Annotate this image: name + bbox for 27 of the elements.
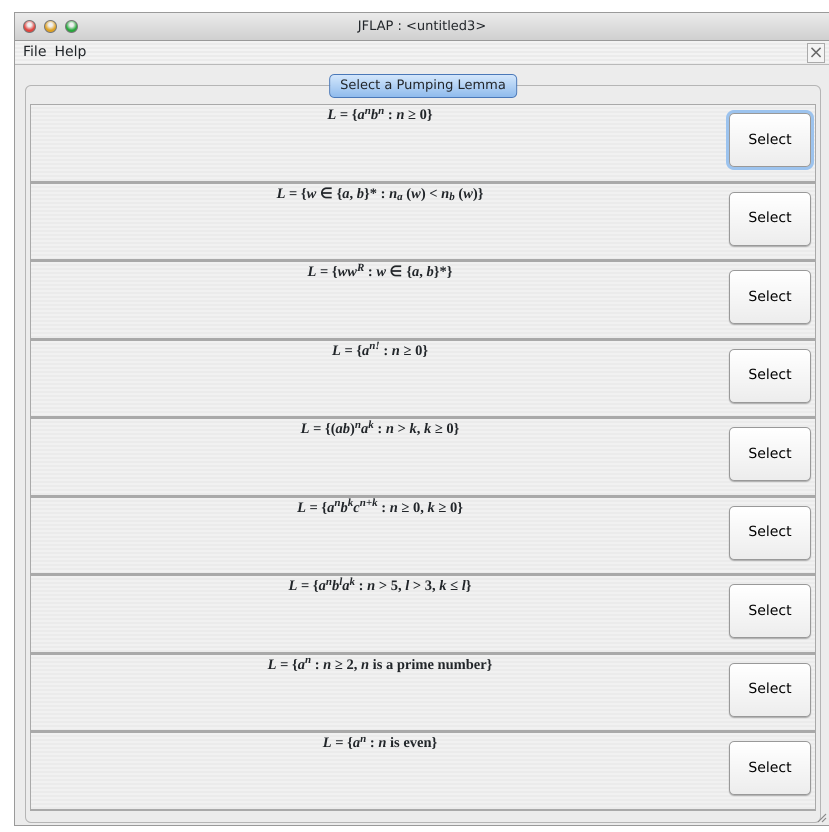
- menu-item[interactable]: Help: [54, 42, 86, 63]
- close-window-icon[interactable]: [23, 20, 36, 33]
- panel-title: Select a Pumping Lemma: [329, 74, 517, 98]
- language-formula: L = {a$^{n}$b$^{k}$c$^{n+k}$ : n ≥ 0, k ≥ 0}: [297, 496, 463, 516]
- language-formula: L = {ww$^{R}$ : w ∈ {a, b}*}: [308, 260, 452, 280]
- select-button[interactable]: Select: [729, 192, 811, 246]
- language-formula: L = {a$^{n}$b$^{n}$ : n ≥ 0}: [327, 104, 433, 123]
- menu-item[interactable]: File: [23, 42, 46, 63]
- language-formula: L = {(ab)$^{n}$a$^{k}$ : n > k, k ≥ 0}: [300, 418, 460, 437]
- select-button[interactable]: Select: [729, 348, 811, 402]
- language-formula: L = {a$^{n!}$ : n ≥ 0}: [332, 339, 428, 358]
- zoom-window-icon[interactable]: [65, 20, 78, 33]
- select-button[interactable]: Select: [729, 741, 811, 795]
- close-button[interactable]: ×: [807, 42, 825, 62]
- select-button[interactable]: Select: [729, 270, 811, 324]
- language-formula: L = {a$^{n}$ : n ≥ 2, n is a prime number}: [268, 653, 492, 672]
- window-title: JFLAP : <untitled3>: [358, 18, 486, 36]
- resize-grip-icon[interactable]: [815, 811, 827, 823]
- select-button[interactable]: Select: [729, 662, 811, 716]
- select-button[interactable]: Select: [729, 427, 811, 481]
- select-button[interactable]: Select: [729, 584, 811, 638]
- language-formula: L = {a$^{n}$b$^{l}$a$^{k}$ : n > 5, l > 3, k ≤ l}: [288, 574, 472, 594]
- language-formula: L = {w ∈ {a, b}* : n$_{a}$ (w) < n$_{b}$ (w)}: [276, 184, 484, 202]
- language-formula: L = {a$^{n}$ : n is even}: [322, 732, 438, 751]
- minimize-window-icon[interactable]: [44, 20, 57, 33]
- select-button[interactable]: Select: [729, 506, 811, 560]
- select-button[interactable]: Select: [729, 113, 811, 167]
